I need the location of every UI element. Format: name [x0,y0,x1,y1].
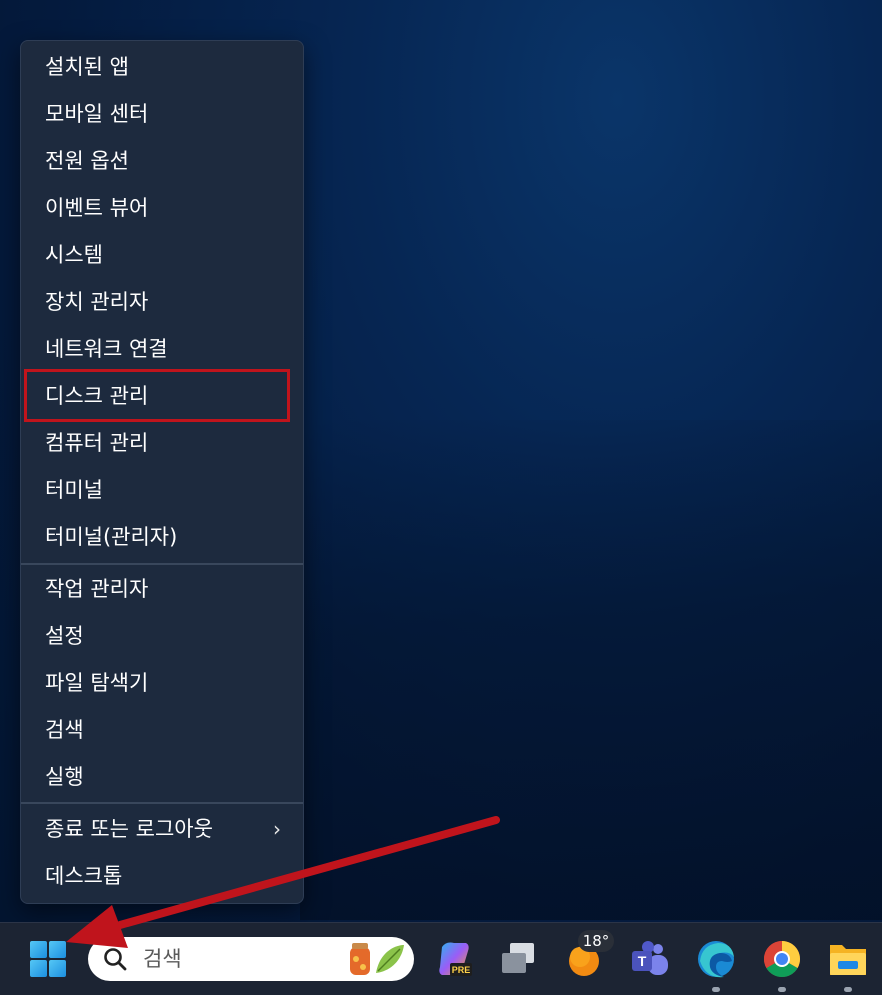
annotation-arrow [66,816,500,948]
